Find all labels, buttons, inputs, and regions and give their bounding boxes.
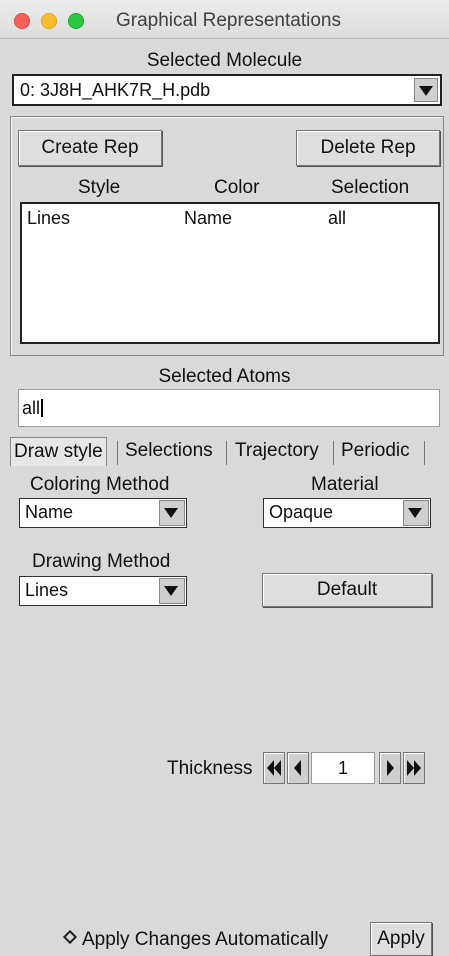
rep-color-cell: Name: [184, 208, 233, 228]
column-header-color: Color: [214, 177, 260, 198]
thickness-stepper: 1: [263, 752, 433, 786]
apply-button[interactable]: Apply: [370, 922, 432, 956]
coloring-method-label: Coloring Method: [30, 474, 170, 495]
default-button[interactable]: Default: [262, 573, 432, 607]
rep-selection-cell: all: [328, 208, 347, 228]
reps-list[interactable]: Lines Name all: [20, 202, 440, 344]
dropdown-arrow-icon[interactable]: [403, 500, 429, 526]
window-titlebar: Graphical Representations: [0, 0, 449, 39]
zoom-window-button[interactable]: [68, 13, 84, 29]
thickness-fast-increase-button[interactable]: [403, 752, 425, 784]
drawing-method-label: Drawing Method: [32, 551, 171, 572]
dropdown-arrow-icon[interactable]: [159, 500, 185, 526]
tab-divider: [117, 441, 118, 465]
column-header-style: Style: [78, 177, 121, 198]
left-arrow-icon: [294, 760, 301, 776]
drawing-method-value: Lines: [25, 580, 69, 600]
thickness-fast-decrease-button[interactable]: [263, 752, 285, 784]
right-arrow-icon: [387, 760, 394, 776]
coloring-method-value: Name: [25, 502, 74, 522]
tab-trajectory[interactable]: Trajectory: [235, 437, 319, 465]
tab-bar: Draw style Selections Trajectory Periodi…: [0, 437, 449, 467]
text-caret: [41, 399, 44, 417]
selected-atoms-input[interactable]: all: [18, 389, 440, 427]
tab-divider: [226, 441, 227, 465]
double-right-arrow-icon: [407, 760, 421, 776]
dropdown-arrow-icon[interactable]: [414, 78, 438, 102]
molecule-select-value: 0: 3J8H_AHK7R_H.pdb: [20, 80, 211, 100]
thickness-increase-button[interactable]: [379, 752, 401, 784]
thickness-label: Thickness: [167, 758, 253, 779]
tab-selections[interactable]: Selections: [125, 437, 213, 465]
double-left-arrow-icon: [267, 760, 281, 776]
selected-atoms-label: Selected Atoms: [158, 366, 291, 387]
drawing-method-select[interactable]: Lines: [19, 576, 187, 606]
window-title: Graphical Representations: [116, 10, 341, 31]
tab-periodic[interactable]: Periodic: [341, 437, 410, 465]
tab-divider: [424, 441, 425, 465]
selected-molecule-label: Selected Molecule: [146, 50, 303, 71]
dropdown-arrow-icon[interactable]: [159, 578, 185, 604]
tab-divider: [333, 441, 334, 465]
material-select[interactable]: Opaque: [263, 498, 431, 528]
molecule-select[interactable]: 0: 3J8H_AHK7R_H.pdb: [12, 74, 442, 106]
diamond-check-icon[interactable]: [62, 929, 78, 945]
close-window-button[interactable]: [14, 13, 30, 29]
tab-draw-style[interactable]: Draw style: [10, 437, 107, 466]
delete-rep-button[interactable]: Delete Rep: [296, 130, 440, 166]
thickness-value-input[interactable]: 1: [311, 752, 375, 784]
create-rep-button[interactable]: Create Rep: [18, 130, 162, 166]
material-label: Material: [311, 474, 379, 495]
minimize-window-button[interactable]: [41, 13, 57, 29]
coloring-method-select[interactable]: Name: [19, 498, 187, 528]
thickness-decrease-button[interactable]: [287, 752, 309, 784]
apply-automatically-label[interactable]: Apply Changes Automatically: [82, 929, 328, 951]
material-value: Opaque: [269, 502, 334, 522]
column-header-selection: Selection: [331, 177, 410, 198]
rep-style-cell: Lines: [27, 208, 71, 228]
selected-atoms-value: all: [22, 398, 41, 418]
